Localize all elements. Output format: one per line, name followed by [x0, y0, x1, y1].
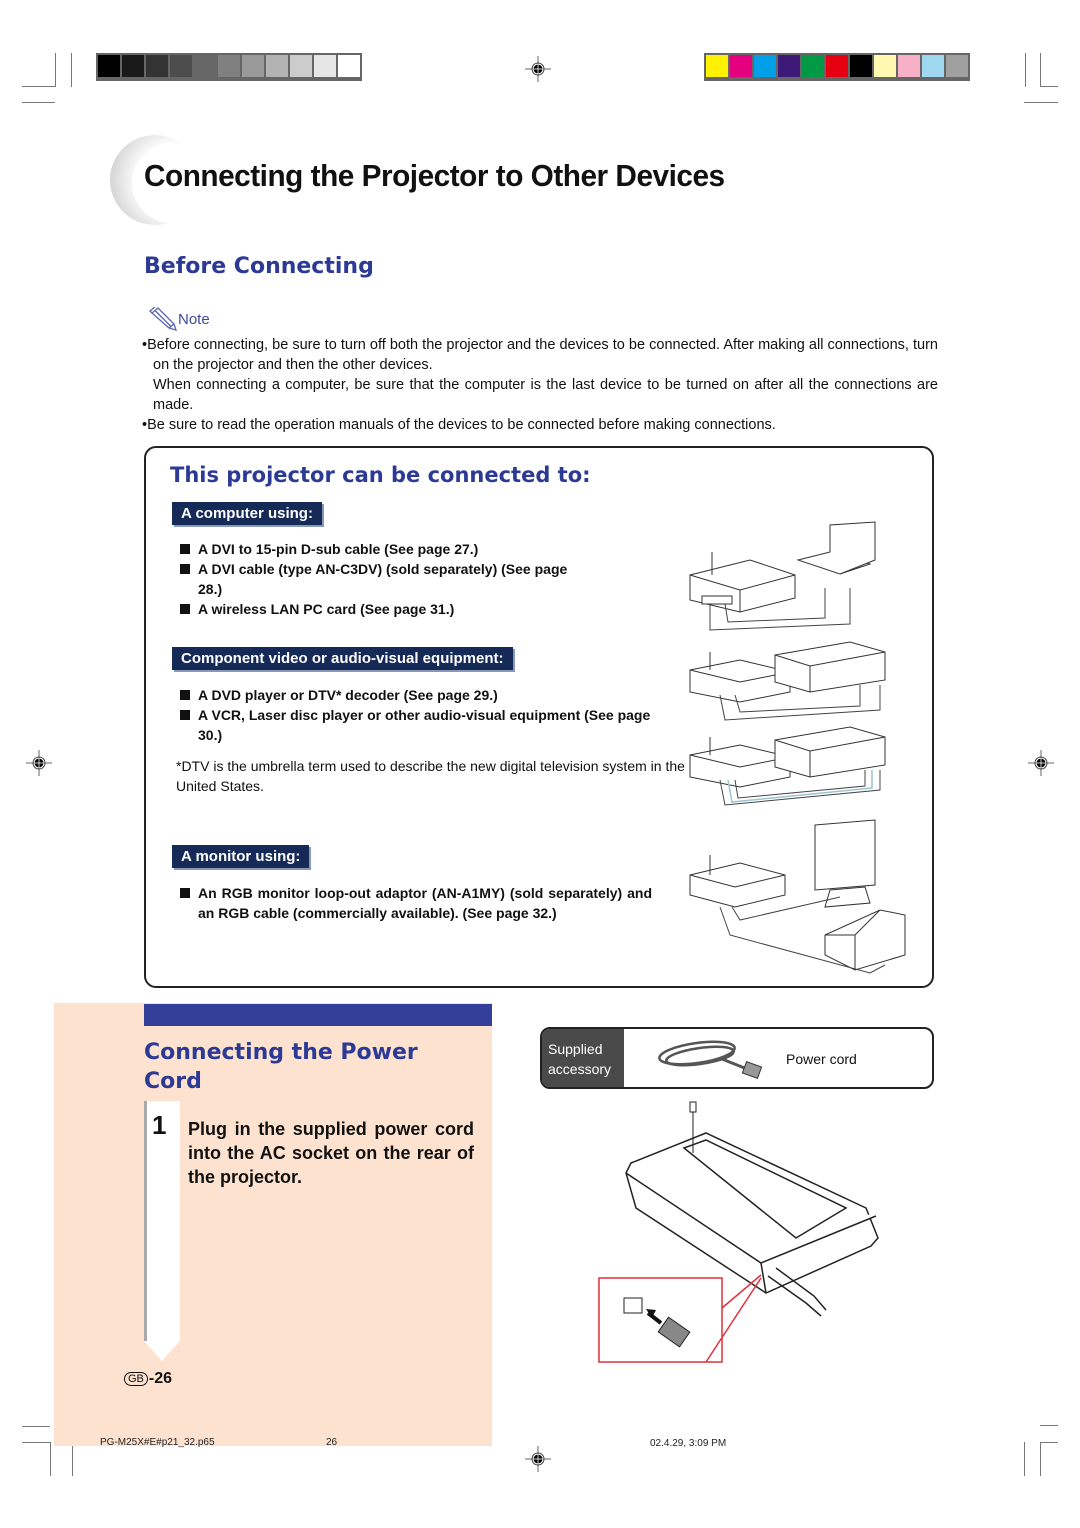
section-tag-computer: A computer using:	[172, 502, 322, 525]
color-swatch	[218, 55, 240, 77]
register-mark-icon	[26, 750, 52, 776]
note-item: •Be sure to read the operation manuals o…	[142, 417, 776, 433]
monitor-list: An RGB monitor loop-out adaptor (AN-A1MY…	[180, 883, 652, 923]
note-item: When connecting a computer, be sure that…	[153, 377, 938, 413]
power-heading: Connecting the Power Cord	[144, 1040, 418, 1094]
list-item: An RGB monitor loop-out adaptor (AN-A1MY…	[180, 883, 652, 923]
list-item: A VCR, Laser disc player or other audio-…	[180, 705, 660, 745]
color-swatch	[802, 55, 824, 77]
projector-to-monitor-illustration	[689, 819, 906, 974]
note-item: •Before connecting, be sure to turn off …	[142, 337, 938, 373]
color-swatch	[706, 55, 728, 77]
color-swatch	[242, 55, 264, 77]
grayscale-bar	[96, 53, 362, 81]
projector-power-illustration	[598, 1101, 879, 1363]
list-item: A DVI cable (type AN-C3DV) (sold separat…	[180, 559, 650, 599]
region-badge: GB	[124, 1372, 148, 1386]
page-number: GB -26	[124, 1370, 172, 1388]
register-mark-icon	[525, 56, 551, 82]
color-swatch	[314, 55, 336, 77]
step-tab-tip	[144, 1341, 180, 1361]
list-item: A DVI to 15-pin D-sub cable (See page 27…	[180, 539, 650, 559]
step-instruction: Plug in the supplied power cord into the…	[188, 1119, 474, 1187]
color-swatch	[778, 55, 800, 77]
ac-socket	[623, 1297, 643, 1314]
pencil-icon	[149, 307, 178, 331]
connectable-heading: This projector can be connected to:	[170, 463, 591, 487]
footer-timestamp: 02.4.29, 3:09 PM	[650, 1438, 727, 1449]
color-swatch	[946, 55, 968, 77]
color-swatch	[122, 55, 144, 77]
page-title: Connecting the Projector to Other Device…	[144, 158, 725, 193]
section-tag-av-equipment: Component video or audio-visual equipmen…	[172, 647, 513, 670]
projector-to-computer-illustration	[689, 521, 876, 631]
supplied-accessory-box: Supplied accessory Power cord	[540, 1027, 934, 1089]
list-item: A DVD player or DTV* decoder (See page 2…	[180, 685, 660, 705]
note-body: •Before connecting, be sure to turn off …	[142, 335, 938, 435]
color-swatch	[850, 55, 872, 77]
color-swatch	[874, 55, 896, 77]
color-swatch	[754, 55, 776, 77]
register-mark-icon	[525, 1446, 551, 1472]
page-number-value: -26	[148, 1370, 173, 1387]
color-swatch	[898, 55, 920, 77]
step-number: 1	[152, 1110, 167, 1140]
register-mark-icon	[1028, 750, 1054, 776]
color-swatch	[922, 55, 944, 77]
callout-inset	[598, 1277, 723, 1363]
dtv-footnote: *DTV is the umbrella term used to descri…	[176, 758, 685, 794]
color-swatch	[194, 55, 216, 77]
section-tag-monitor: A monitor using:	[172, 845, 310, 868]
accessory-label: Supplied accessory	[542, 1029, 624, 1087]
color-swatch	[266, 55, 288, 77]
color-bar	[704, 53, 970, 81]
color-swatch	[170, 55, 192, 77]
section-band	[144, 1004, 492, 1026]
before-connecting-heading: Before Connecting	[144, 254, 374, 279]
color-swatch	[338, 55, 360, 77]
note-label: Note	[148, 307, 210, 331]
projector-to-av-illustration	[689, 641, 886, 806]
list-item: A wireless LAN PC card (See page 31.)	[180, 599, 650, 619]
color-swatch	[146, 55, 168, 77]
footer-page: 26	[326, 1437, 338, 1448]
av-list: A DVD player or DTV* decoder (See page 2…	[180, 685, 660, 745]
note-text: Note	[178, 310, 210, 328]
accessory-name: Power cord	[786, 1051, 857, 1067]
computer-list: A DVI to 15-pin D-sub cable (See page 27…	[180, 539, 650, 619]
color-swatch	[730, 55, 752, 77]
color-swatch	[826, 55, 848, 77]
color-swatch	[98, 55, 120, 77]
power-cord-icon	[658, 1040, 763, 1080]
color-swatch	[290, 55, 312, 77]
footer-file-name: PG-M25X#E#p21_32.p65	[100, 1437, 215, 1448]
